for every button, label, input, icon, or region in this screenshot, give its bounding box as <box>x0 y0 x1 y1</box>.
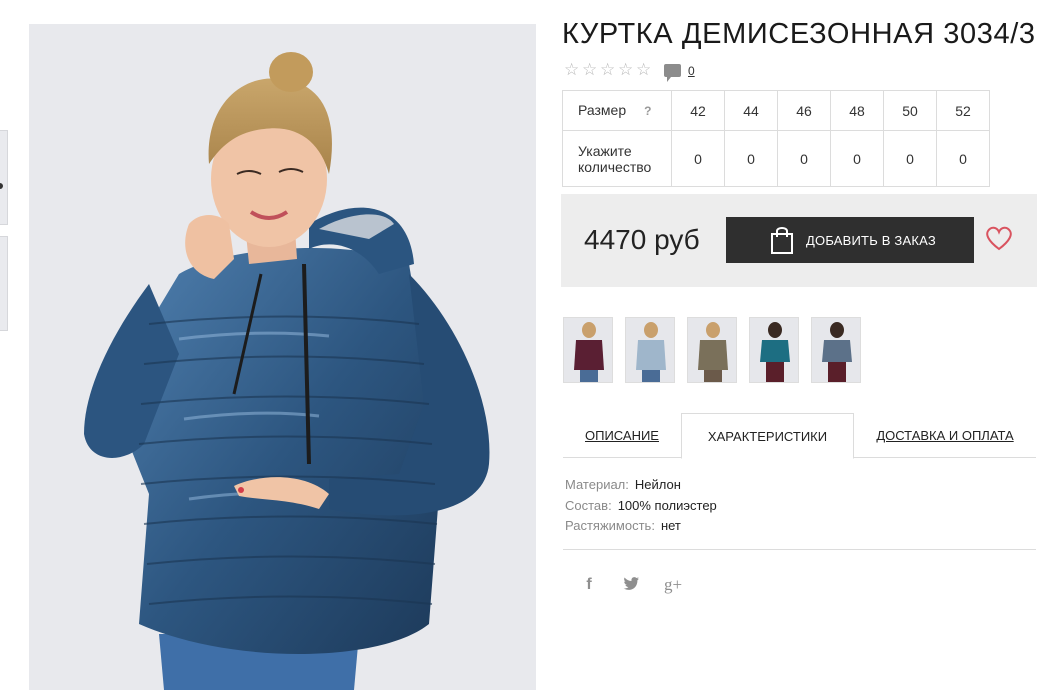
size-label-cell: Размер? <box>562 90 672 131</box>
product-photo-illustration <box>29 24 536 690</box>
price: 4470 руб <box>584 224 700 255</box>
variant-steel-image <box>812 318 860 382</box>
social-share: f g+ <box>578 575 684 595</box>
add-to-order-button[interactable]: ДОБАВИТЬ В ЗАКАЗ <box>726 217 974 263</box>
star-icon[interactable]: ☆ <box>600 62 617 79</box>
heart-icon[interactable] <box>985 225 1013 251</box>
variant-teal-image <box>750 318 798 382</box>
tab-characteristics-label: ХАРАКТЕРИСТИКИ <box>707 428 828 444</box>
product-tabs: ОПИСАНИЕ ХАРАКТЕРИСТИКИ ДОСТАВКА И ОПЛАТ… <box>563 413 1036 459</box>
gallery-thumbnail[interactable] <box>0 236 8 331</box>
quantity-input[interactable]: 0 <box>671 130 725 187</box>
color-variant-thumbnail[interactable] <box>687 317 737 383</box>
product-main-image[interactable] <box>29 24 536 690</box>
size-cell: 52 <box>936 90 990 131</box>
tab-description[interactable]: ОПИСАНИЕ <box>563 413 681 458</box>
star-icon[interactable]: ☆ <box>636 62 653 79</box>
color-variant-thumbnail[interactable] <box>563 317 613 383</box>
size-cell: 44 <box>724 90 778 131</box>
tab-delivery-label: ДОСТАВКА И ОПЛАТА <box>876 428 1014 443</box>
spec-row: Материал: Нейлон <box>565 475 717 496</box>
color-variant-thumbnail[interactable] <box>749 317 799 383</box>
spec-key: Растяжимость: <box>565 518 655 533</box>
gallery-thumbnail[interactable] <box>0 130 8 225</box>
size-row: Размер? 42 44 46 48 50 52 <box>562 90 990 131</box>
characteristics-list: Материал: Нейлон Состав: 100% полиэстер Ра… <box>565 475 717 537</box>
facebook-icon[interactable]: f <box>578 576 600 594</box>
size-cell: 46 <box>777 90 831 131</box>
quantity-input[interactable]: 0 <box>830 130 884 187</box>
spec-value: нет <box>660 518 681 533</box>
color-variant-thumbnail[interactable] <box>811 317 861 383</box>
variant-burgundy-image <box>564 318 612 382</box>
color-variant-thumbnail[interactable] <box>625 317 675 383</box>
tab-characteristics[interactable]: ХАРАКТЕРИСТИКИ <box>681 413 854 459</box>
price-panel: 4470 руб ДОБАВИТЬ В ЗАКАЗ <box>561 194 1037 287</box>
quantity-label: Укажите количество <box>562 130 672 187</box>
star-icon[interactable]: ☆ <box>564 62 581 79</box>
spec-value: 100% полиэстер <box>617 497 717 513</box>
size-label: Размер <box>578 102 627 118</box>
shopping-bag-icon <box>771 227 793 254</box>
size-cell: 48 <box>830 90 884 131</box>
variant-grey-blue-image <box>626 318 674 382</box>
spec-row: Состав: 100% полиэстер <box>565 496 717 517</box>
comments-count-link[interactable]: 0 <box>688 64 695 78</box>
product-page: КУРТКА ДЕМИСЕЗОННАЯ 3034/3 ☆ ☆ ☆ ☆ ☆ 0 Р… <box>0 0 1055 690</box>
divider <box>563 549 1036 550</box>
add-to-order-label: ДОБАВИТЬ В ЗАКАЗ <box>806 232 936 248</box>
size-table: Размер? 42 44 46 48 50 52 Укажите количе… <box>562 90 990 187</box>
size-help-icon[interactable]: ? <box>644 103 651 119</box>
selected-dot-icon <box>0 183 3 189</box>
comment-icon[interactable] <box>664 64 681 82</box>
googleplus-icon[interactable]: g+ <box>662 575 684 595</box>
quantity-input[interactable]: 0 <box>936 130 990 187</box>
spec-row: Растяжимость: нет <box>565 516 717 537</box>
variant-olive-image <box>688 318 736 382</box>
rating-stars[interactable]: ☆ ☆ ☆ ☆ ☆ <box>564 62 653 79</box>
star-icon[interactable]: ☆ <box>618 62 635 79</box>
product-title: КУРТКА ДЕМИСЕЗОННАЯ 3034/3 <box>562 18 1036 50</box>
quantity-input[interactable]: 0 <box>777 130 831 187</box>
tab-description-label: ОПИСАНИЕ <box>585 428 659 443</box>
twitter-icon[interactable] <box>620 576 642 594</box>
tab-delivery[interactable]: ДОСТАВКА И ОПЛАТА <box>854 413 1036 458</box>
spec-key: Состав: <box>565 497 612 513</box>
spec-value: Нейлон <box>634 477 681 492</box>
size-cell: 42 <box>671 90 725 131</box>
quantity-input[interactable]: 0 <box>724 130 778 187</box>
size-cell: 50 <box>883 90 937 131</box>
quantity-input[interactable]: 0 <box>883 130 937 187</box>
color-variants <box>563 317 861 383</box>
spec-key: Материал: <box>565 477 629 492</box>
star-icon[interactable]: ☆ <box>582 62 599 79</box>
quantity-row: Укажите количество 0 0 0 0 0 0 <box>562 130 990 187</box>
